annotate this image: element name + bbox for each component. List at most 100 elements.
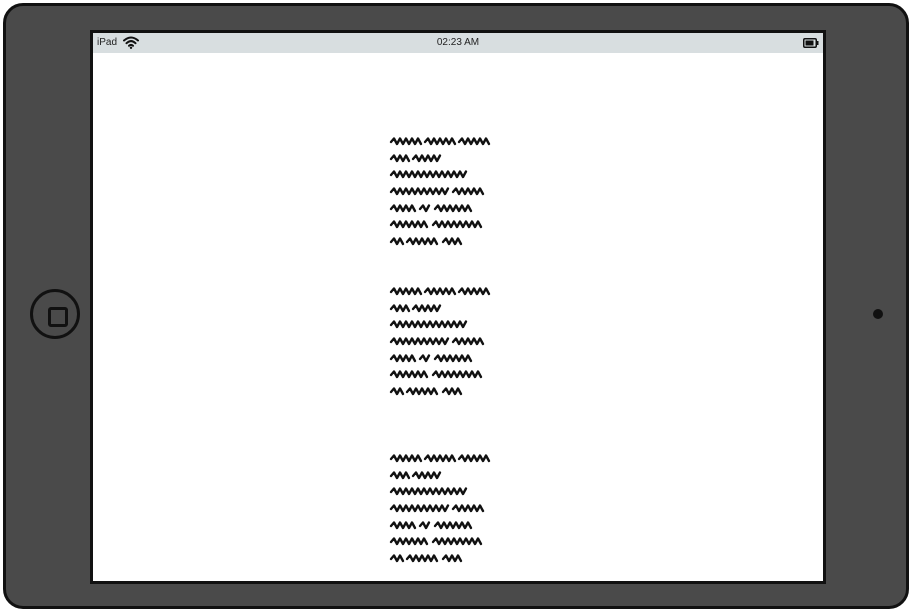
status-bar: iPad 02:23 AM xyxy=(93,33,823,53)
scribble-text-icon xyxy=(389,137,491,146)
home-button-icon xyxy=(48,307,68,327)
scribble-word xyxy=(451,337,485,346)
scribble-word xyxy=(389,220,429,229)
scribble-word xyxy=(389,387,405,396)
camera-dot-icon xyxy=(873,309,883,319)
scribble-text-line xyxy=(389,336,501,347)
scribble-text-icon xyxy=(389,237,463,246)
scribble-word xyxy=(411,303,442,312)
home-button[interactable] xyxy=(30,289,80,339)
scribble-word xyxy=(389,554,405,563)
scribble-text-icon xyxy=(389,287,491,296)
scribble-word xyxy=(389,237,405,246)
scribble-word xyxy=(433,204,473,212)
scribble-word xyxy=(389,504,450,513)
scribble-text-line xyxy=(389,319,501,330)
scribble-word xyxy=(405,387,439,396)
scribble-text-line xyxy=(389,520,501,531)
scribble-text-icon xyxy=(389,554,463,563)
scribble-word xyxy=(431,537,483,546)
scribble-text-icon xyxy=(389,303,442,312)
scribble-word xyxy=(389,187,450,196)
scribble-word xyxy=(389,287,423,296)
scribble-text-line xyxy=(389,169,501,180)
scribble-word xyxy=(389,470,411,479)
scribble-text-block xyxy=(389,453,501,570)
scribble-text-line xyxy=(389,286,501,297)
scribble-word xyxy=(389,454,423,463)
scribble-word xyxy=(457,287,491,296)
scribble-word xyxy=(389,170,468,179)
scribble-word xyxy=(389,204,417,212)
scribble-text-line xyxy=(389,470,501,481)
scribble-text-icon xyxy=(389,337,485,346)
scribble-word xyxy=(431,370,483,379)
scribble-text-icon xyxy=(389,354,473,362)
scribble-text-line xyxy=(389,453,501,464)
scribble-text-block xyxy=(389,286,501,403)
scribble-word xyxy=(389,521,417,529)
scribble-word xyxy=(441,554,463,563)
scribble-text-line xyxy=(389,203,501,214)
scribble-text-line xyxy=(389,219,501,230)
scribble-word xyxy=(418,521,431,529)
scribble-word xyxy=(451,187,485,196)
scribble-word xyxy=(389,320,468,329)
scribble-text-line xyxy=(389,536,501,547)
status-time: 02:23 AM xyxy=(436,37,480,48)
scribble-text-line xyxy=(389,153,501,164)
scribble-word xyxy=(423,137,457,146)
scribble-word xyxy=(431,220,483,229)
scribble-text-icon xyxy=(389,220,483,229)
scribble-text-icon xyxy=(389,187,485,196)
scribble-text-icon xyxy=(389,470,442,479)
scribble-text-icon xyxy=(389,454,491,463)
scribble-text-icon xyxy=(389,537,483,546)
scribble-word xyxy=(405,237,439,246)
scribble-word xyxy=(389,354,417,362)
scribble-word xyxy=(433,521,473,529)
scribble-text-icon xyxy=(389,487,468,496)
scribble-text-line xyxy=(389,486,501,497)
ipad-screen: iPad 02:23 AM xyxy=(90,30,826,584)
scribble-text-icon xyxy=(389,521,473,529)
scribble-word xyxy=(389,337,450,346)
scribble-text-icon xyxy=(389,504,485,513)
scribble-text-line xyxy=(389,369,501,380)
scribble-word xyxy=(389,153,411,162)
scribble-text-icon xyxy=(389,387,463,396)
scribble-word xyxy=(418,354,431,362)
scribble-text-line xyxy=(389,186,501,197)
scribble-text-icon xyxy=(389,153,442,162)
scribble-text-line xyxy=(389,386,501,397)
scribble-word xyxy=(389,370,429,379)
scribble-word xyxy=(389,487,468,496)
scribble-text-block xyxy=(389,136,501,253)
scribble-word xyxy=(418,204,431,212)
battery-icon xyxy=(803,38,819,48)
scribble-word xyxy=(441,387,463,396)
scribble-text-line xyxy=(389,303,501,314)
scribble-word xyxy=(405,554,439,563)
scribble-word xyxy=(441,237,463,246)
scribble-word xyxy=(433,354,473,362)
scribble-text-icon xyxy=(389,170,468,179)
scribble-word xyxy=(389,137,423,146)
scribble-text-icon xyxy=(389,204,473,212)
scribble-word xyxy=(389,537,429,546)
scribble-word xyxy=(457,454,491,463)
scribble-text-line xyxy=(389,553,501,564)
scribble-word xyxy=(389,303,411,312)
scribble-word xyxy=(411,470,442,479)
scribble-word xyxy=(423,454,457,463)
scribble-text-line xyxy=(389,503,501,514)
scribble-word xyxy=(423,287,457,296)
scribble-text-line xyxy=(389,136,501,147)
scribble-text-line xyxy=(389,236,501,247)
scribble-text-icon xyxy=(389,320,468,329)
scribble-word xyxy=(411,153,442,162)
scribble-text-line xyxy=(389,353,501,364)
scribble-word xyxy=(457,137,491,146)
scribble-word xyxy=(451,504,485,513)
scribble-text-icon xyxy=(389,370,483,379)
